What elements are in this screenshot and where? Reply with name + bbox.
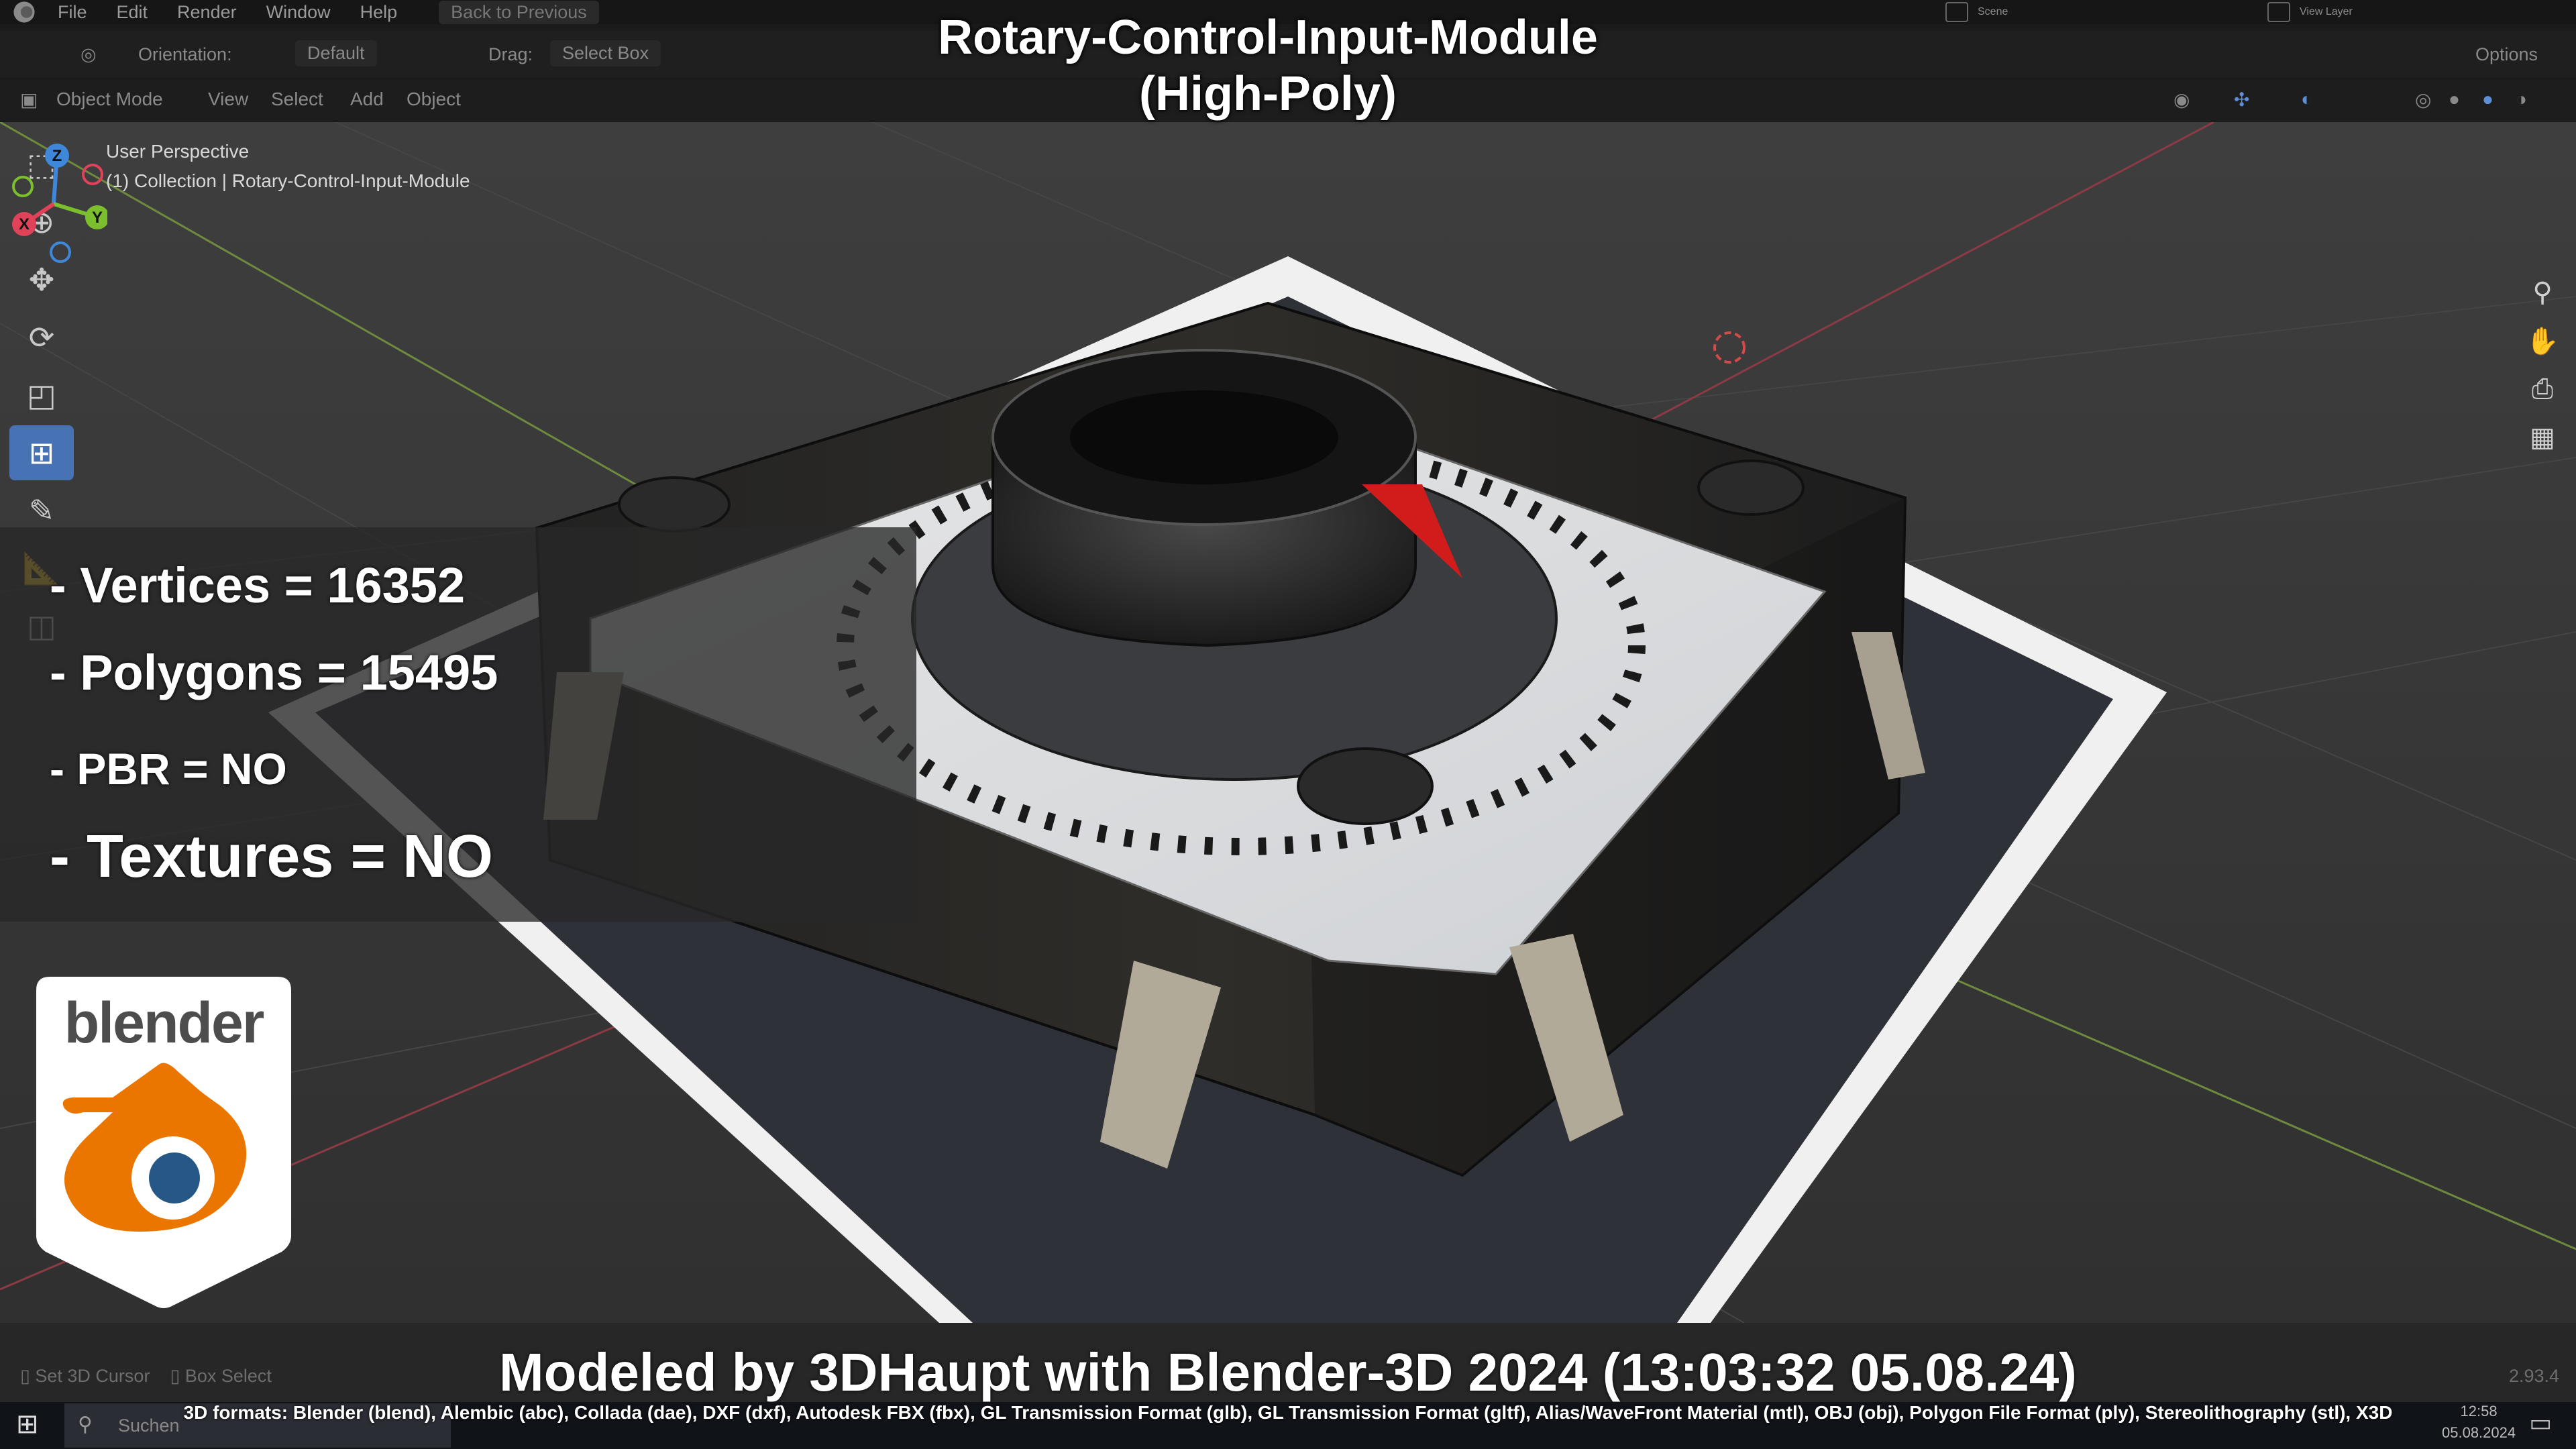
view-layer-selector[interactable]: View Layer xyxy=(2267,0,2353,24)
y-axis-label: Y xyxy=(92,209,103,227)
overlay-toggle-icon[interactable]: ◐ xyxy=(2301,89,2312,110)
wireframe-shading-icon[interactable]: ◎ xyxy=(2415,89,2431,111)
menu-help[interactable]: Help xyxy=(345,2,413,23)
knob-center xyxy=(1070,390,1338,484)
scale-tool-icon[interactable]: ◰ xyxy=(9,368,74,423)
stat-textures: - Textures = NO xyxy=(50,823,494,890)
orientation-dropdown[interactable]: Default xyxy=(295,40,377,66)
mode-dropdown[interactable]: Object Mode xyxy=(56,89,163,110)
blender-wordmark: blender xyxy=(64,991,265,1055)
menu-add[interactable]: Add xyxy=(350,89,384,110)
clock-date: 05.08.2024 xyxy=(2442,1424,2516,1441)
menu-render[interactable]: Render xyxy=(162,2,252,23)
title-overlay: Rotary-Control-Input-Module (High-Poly) xyxy=(805,9,1731,122)
menu-file[interactable]: File xyxy=(43,2,102,23)
neg-y-axis-icon[interactable] xyxy=(12,176,34,197)
view-layer-name[interactable]: View Layer xyxy=(2300,6,2353,18)
rotate-tool-icon[interactable]: ⟳ xyxy=(9,310,74,365)
menu-object[interactable]: Object xyxy=(407,89,461,110)
viewport-nav-icons: ⚲ ✋ ⎙ ▦ xyxy=(2519,268,2567,462)
navigation-gizmo[interactable]: Z Y X xyxy=(0,137,107,271)
scene-selector[interactable]: Scene xyxy=(1945,0,2008,24)
back-to-previous-button[interactable]: Back to Previous xyxy=(439,0,599,24)
notification-icon[interactable]: ▭ xyxy=(2529,1409,2552,1437)
rendered-shading-icon[interactable]: ◑ xyxy=(2516,89,2527,110)
material-shading-icon[interactable]: ● xyxy=(2482,89,2493,110)
blender-badge: blender xyxy=(36,977,291,1309)
drag-dropdown[interactable]: Select Box xyxy=(550,40,661,66)
title-line-2: (High-Poly) xyxy=(1139,67,1397,121)
taskbar-clock: 12:58 05.08.2024 xyxy=(2442,1401,2516,1444)
stats-panel: - Vertices = 16352 - Polygons = 15495 - … xyxy=(0,527,916,922)
solid-shading-icon[interactable]: ● xyxy=(2449,89,2460,110)
blender-logo-icon[interactable] xyxy=(12,0,36,24)
zoom-icon[interactable]: ⚲ xyxy=(2519,268,2566,317)
perspective-label: User Perspective xyxy=(106,141,250,162)
z-axis-label: Z xyxy=(52,147,62,165)
menu-window[interactable]: Window xyxy=(252,2,345,23)
stat-polygons: - Polygons = 15495 xyxy=(50,645,498,700)
viewport-info: User Perspective (1) Collection | Rotary… xyxy=(106,137,470,196)
x-axis-label: X xyxy=(19,215,30,233)
stat-vertices: - Vertices = 16352 xyxy=(50,557,466,613)
title-line-1: Rotary-Control-Input-Module xyxy=(938,11,1598,64)
transform-tool-icon[interactable]: ⊞ xyxy=(9,425,74,480)
credit-text: Modeled by 3DHaupt with Blender-3D 2024 … xyxy=(499,1342,2077,1402)
scene-icon xyxy=(1945,2,1968,22)
transform-pivot-icon[interactable]: ◎ xyxy=(80,44,97,65)
grid-toggle-icon[interactable]: ▦ xyxy=(2519,413,2566,462)
pan-hand-icon[interactable]: ✋ xyxy=(2519,317,2566,365)
neg-z-axis-icon[interactable] xyxy=(50,241,71,263)
camera-icon[interactable]: ⎙ xyxy=(2519,365,2566,413)
view-layer-icon xyxy=(2267,2,2290,22)
formats-text: 3D formats: Blender (blend), Alembic (ab… xyxy=(183,1402,2393,1423)
screw-front xyxy=(1297,747,1434,825)
stat-pbr: - PBR = NO xyxy=(50,744,287,794)
menu-edit[interactable]: Edit xyxy=(102,2,163,23)
screw-left xyxy=(618,476,731,533)
drag-label: Drag: xyxy=(488,44,533,64)
scene-name[interactable]: Scene xyxy=(1978,6,2008,18)
menu-select[interactable]: Select xyxy=(271,89,323,110)
menu-view[interactable]: View xyxy=(208,89,248,110)
neg-x-axis-icon[interactable] xyxy=(82,164,103,185)
object-mode-icon: ▣ xyxy=(20,89,38,110)
clock-time: 12:58 xyxy=(2460,1403,2498,1419)
screw-right xyxy=(1697,460,1805,516)
options-dropdown[interactable]: Options xyxy=(2475,44,2538,65)
collection-label: (1) Collection | Rotary-Control-Input-Mo… xyxy=(106,170,470,191)
orientation-label: Orientation: xyxy=(138,44,232,64)
visibility-icon[interactable]: ◉ xyxy=(2174,89,2190,111)
gizmo-toggle-icon[interactable]: ✣ xyxy=(2234,89,2249,111)
